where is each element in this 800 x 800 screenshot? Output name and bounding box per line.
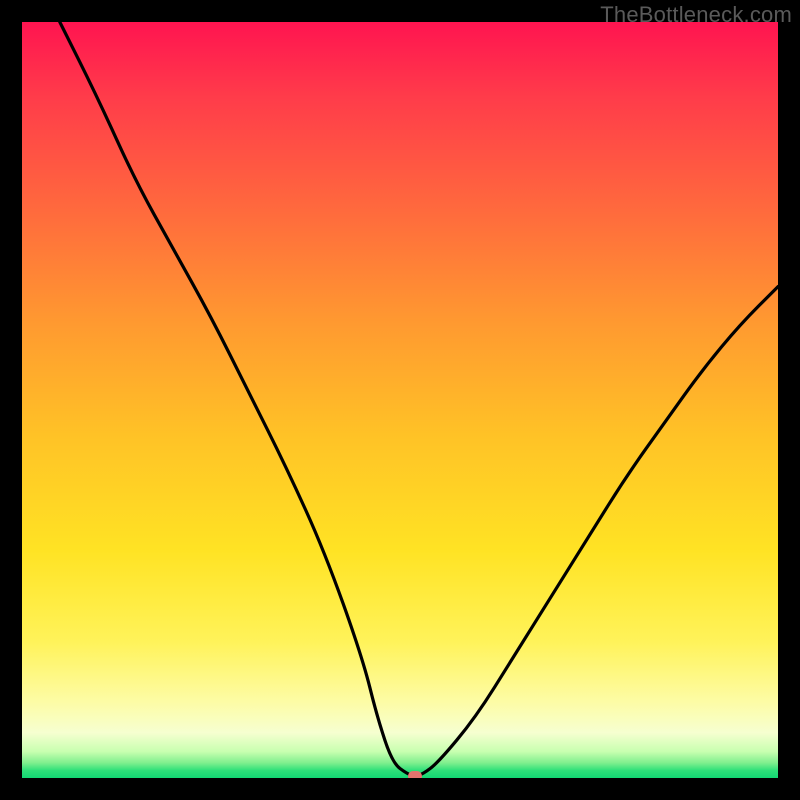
bottleneck-curve-path xyxy=(60,22,778,775)
plot-area xyxy=(22,22,778,778)
watermark-text: TheBottleneck.com xyxy=(600,2,792,28)
curve-layer xyxy=(22,22,778,778)
min-marker xyxy=(408,771,422,778)
chart-frame: TheBottleneck.com xyxy=(0,0,800,800)
